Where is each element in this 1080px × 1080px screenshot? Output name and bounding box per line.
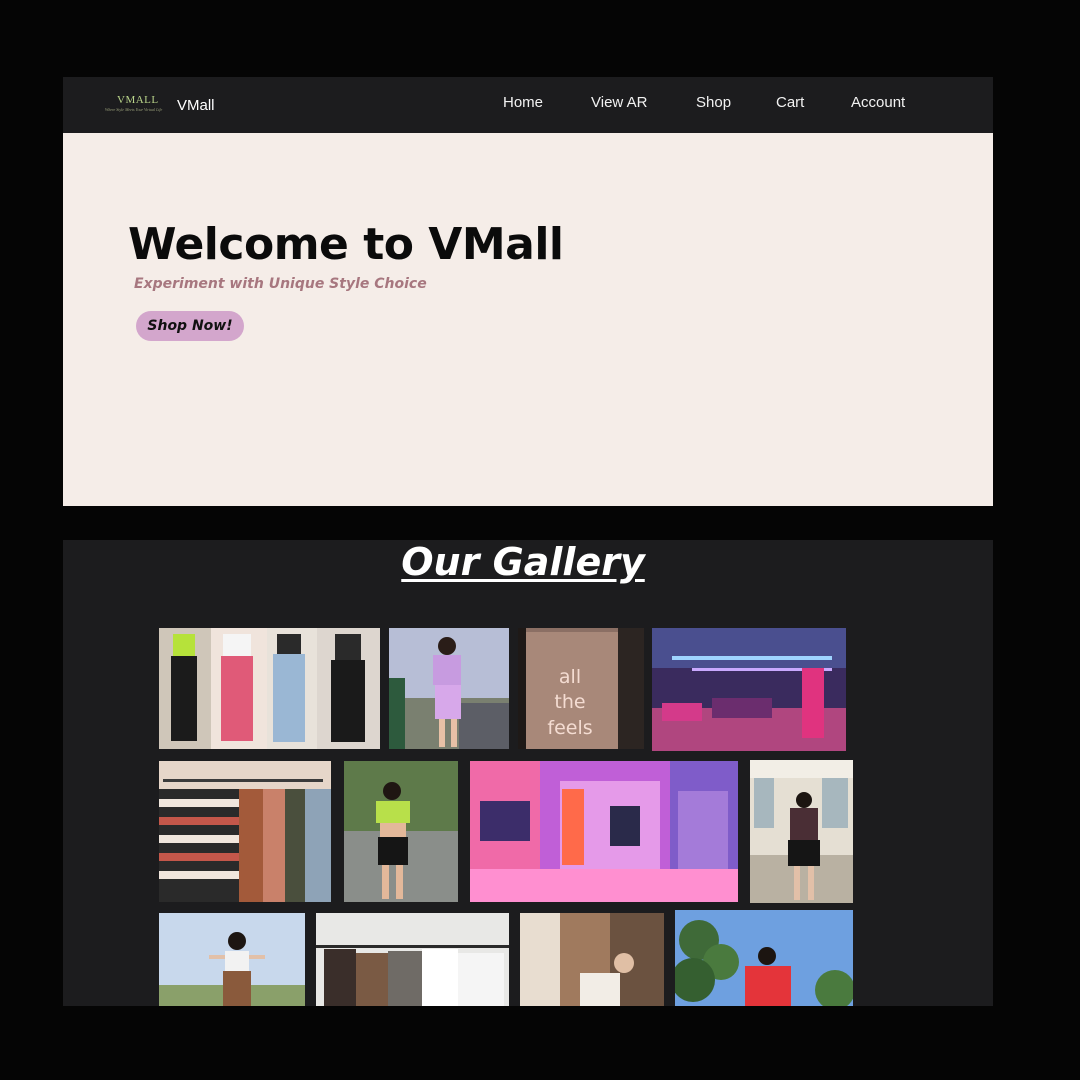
gallery-image-green-crop-top[interactable] (344, 761, 458, 902)
gallery-image-street-style[interactable] (750, 760, 853, 903)
gallery-image-red-jacket[interactable] (675, 910, 853, 1006)
nav-home[interactable]: Home (503, 94, 543, 111)
vmall-logo: VMALL Where Style Meets Your Virtual Lif… (105, 92, 171, 118)
gallery-image-neon-store[interactable] (652, 628, 846, 751)
gallery-image-knitwear[interactable] (520, 913, 664, 1006)
nav-view-ar[interactable]: View AR (591, 94, 647, 111)
brand[interactable]: VMALL Where Style Meets Your Virtual Lif… (105, 91, 215, 119)
gallery-section: Our Gallery all the feels (63, 540, 993, 1006)
gallery-image-neon-sign[interactable]: all the feels (518, 628, 644, 749)
nav-cart[interactable]: Cart (776, 94, 804, 111)
brand-name: VMall (177, 96, 215, 114)
hero-subtitle: Experiment with Unique Style Choice (134, 276, 427, 292)
gallery-image-clothes-rack[interactable] (316, 913, 509, 1006)
shop-now-button[interactable]: Shop Now! (136, 311, 244, 341)
neon-word-3: feels (547, 717, 592, 739)
neon-word-1: all (559, 666, 581, 688)
nav-shop[interactable]: Shop (696, 94, 731, 111)
gallery-image-pink-neon-store[interactable] (470, 761, 738, 902)
logo-text: VMALL (117, 94, 159, 106)
neon-word-2: the (554, 691, 585, 713)
gallery-image-lavender-outfit[interactable] (389, 628, 509, 749)
nav-account[interactable]: Account (851, 94, 905, 111)
gallery-image-striped-shirts[interactable] (159, 761, 331, 902)
gallery-title: Our Gallery (401, 540, 645, 584)
hero-section: Welcome to VMall Experiment with Unique … (63, 133, 993, 506)
gallery-image-outfits[interactable] (159, 628, 380, 749)
hero-title: Welcome to VMall (128, 219, 564, 270)
logo-tagline: Where Style Meets Your Virtual Life (105, 107, 163, 112)
gallery-image-outdoor-pose[interactable] (159, 913, 305, 1006)
top-navbar: VMALL Where Style Meets Your Virtual Lif… (63, 77, 993, 133)
